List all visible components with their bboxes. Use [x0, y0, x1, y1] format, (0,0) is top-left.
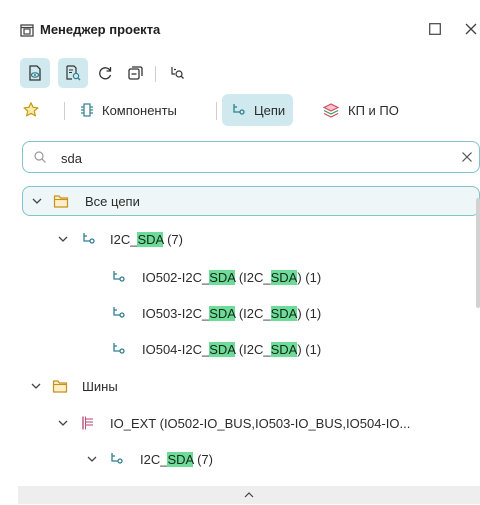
search-match: SDA [209, 341, 236, 357]
view-tabs: Компоненты Цепи КП и ПО [20, 94, 480, 128]
chevron-down-icon[interactable] [31, 195, 43, 207]
folder-icon [53, 195, 69, 208]
collapse-all-button[interactable] [120, 58, 150, 88]
window-title: Менеджер проекта [40, 22, 161, 37]
search-match: SDA [209, 305, 236, 321]
chevron-down-icon[interactable] [57, 417, 69, 429]
tree-node-label: Шины [82, 378, 118, 394]
refresh-button[interactable] [90, 58, 120, 88]
clear-search-icon[interactable] [461, 151, 473, 163]
tab-divider [216, 102, 217, 120]
tab-pads-and-vias[interactable]: КП и ПО [314, 94, 407, 126]
search-match: SDA [209, 269, 236, 285]
project-manager-icon [20, 24, 34, 37]
search-input[interactable] [61, 148, 441, 168]
tab-components-label: Компоненты [102, 102, 177, 118]
net-icon [113, 343, 125, 354]
search-match: SDA [270, 305, 298, 321]
eye-document-icon [29, 65, 41, 81]
search-match: SDA [167, 451, 194, 467]
chevron-down-icon[interactable] [30, 380, 42, 392]
collapse-panel-bar[interactable] [18, 486, 480, 504]
tree-node-label: I2C_SDA (7) [110, 231, 183, 247]
search-field[interactable] [22, 141, 480, 173]
document-search-icon [66, 65, 81, 81]
tree-node-buses[interactable]: Шины [0, 371, 480, 401]
favorites-tab[interactable] [14, 94, 48, 126]
toolbar-divider [155, 66, 156, 82]
tree-node-label: IO502-I2C_SDA (I2C_SDA) (1) [142, 269, 322, 285]
component-icon [81, 103, 93, 117]
maximize-icon[interactable] [429, 23, 441, 35]
vertical-scrollbar[interactable] [476, 198, 480, 308]
tab-components[interactable]: Компоненты [72, 94, 185, 126]
search-match: SDA [137, 231, 164, 247]
star-icon [23, 102, 39, 117]
find-net-button[interactable] [162, 58, 192, 88]
chevron-down-icon[interactable] [86, 453, 98, 465]
search-match: SDA [270, 341, 298, 357]
tree-node-all-nets[interactable]: Все цепи [22, 186, 480, 216]
tree-node-label: IO_EXT (IO502-IO_BUS,IO503-IO_BUS,IO504-… [110, 415, 411, 431]
tab-pads-and-vias-label: КП и ПО [348, 102, 399, 118]
chevron-down-icon[interactable] [57, 233, 69, 245]
tab-nets-label: Цепи [254, 102, 286, 118]
search-icon [34, 151, 46, 163]
tree-node-net[interactable]: I2C_SDA (7) [0, 224, 480, 254]
tree-node-net-child[interactable]: IO503-I2C_SDA (I2C_SDA) (1) [0, 298, 480, 328]
folder-icon [52, 380, 68, 393]
tree-node-label: IO503-I2C_SDA (I2C_SDA) (1) [142, 305, 322, 321]
close-icon[interactable] [464, 22, 478, 36]
tree-node-label: IO504-I2C_SDA (I2C_SDA) (1) [142, 341, 322, 357]
net-icon [233, 104, 245, 115]
net-icon [113, 307, 125, 318]
refresh-icon [99, 67, 112, 80]
tree-node-label: I2C_SDA (7) [140, 451, 213, 467]
tree-node-label: Все цепи [85, 193, 140, 209]
show-visible-button[interactable] [20, 58, 50, 88]
tree-node-bus-net[interactable]: I2C_SDA (7) [0, 444, 480, 474]
layers-icon [322, 103, 340, 118]
collapse-all-icon [128, 66, 143, 80]
net-icon [113, 271, 125, 282]
tree-node-net-child[interactable]: IO502-I2C_SDA (I2C_SDA) (1) [0, 262, 480, 292]
tree-node-net-child[interactable]: IO504-I2C_SDA (I2C_SDA) (1) [0, 334, 480, 364]
tab-nets[interactable]: Цепи [222, 94, 294, 126]
search-match: SDA [270, 269, 298, 285]
chevron-up-icon [244, 492, 254, 498]
net-icon [111, 453, 123, 464]
net-search-icon [171, 67, 184, 79]
bus-icon [82, 416, 93, 430]
tree-node-bus[interactable]: IO_EXT (IO502-IO_BUS,IO503-IO_BUS,IO504-… [0, 408, 480, 438]
net-icon [83, 233, 95, 244]
title-bar: Менеджер проекта [0, 0, 480, 48]
search-in-document-button[interactable] [58, 58, 88, 88]
tab-divider [64, 102, 65, 120]
